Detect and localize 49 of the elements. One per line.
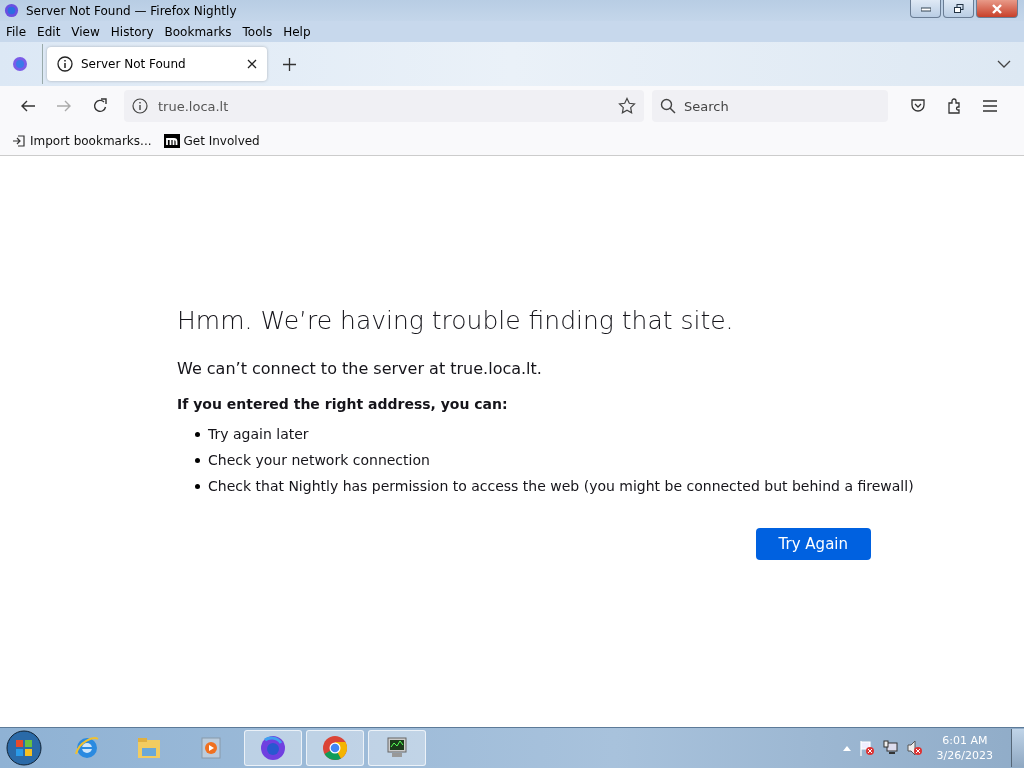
tab-title: Server Not Found (81, 57, 187, 71)
menu-item[interactable]: History (110, 24, 154, 39)
url-text: true.loca.lt (158, 98, 229, 114)
suggestion-item: Try again later (208, 426, 309, 442)
logo-icon (163, 133, 180, 148)
minimize-icon (920, 5, 931, 12)
taskbar-button[interactable] (368, 730, 426, 766)
pocket-icon[interactable] (910, 98, 926, 114)
address-bar[interactable]: true.loca.lt (124, 90, 644, 122)
close-button[interactable] (976, 0, 1018, 18)
menu-item[interactable]: Help (283, 24, 311, 39)
star-icon[interactable] (618, 97, 636, 115)
search-field[interactable]: Search (652, 90, 888, 122)
bookmark-item[interactable]: Import bookmarks... (12, 133, 152, 148)
taskbar-button[interactable] (244, 730, 302, 766)
menu-item[interactable]: Bookmarks (164, 24, 232, 39)
menu-item[interactable]: Edit (37, 24, 61, 39)
restore-button[interactable] (943, 0, 974, 18)
bookmark-item[interactable]: Get Involved (163, 133, 260, 148)
close-icon[interactable] (247, 59, 257, 69)
back-icon[interactable] (20, 98, 36, 114)
close-icon (992, 3, 1002, 14)
new-tab-icon[interactable] (283, 57, 296, 71)
suggestion-heading: If you entered the right address, you can: (177, 396, 509, 412)
reload-icon[interactable] (92, 98, 108, 114)
chevron-down-icon[interactable] (997, 60, 1011, 68)
menu-item[interactable]: File (6, 24, 27, 39)
puzzle-icon[interactable] (946, 98, 962, 114)
window-title: Server Not Found — Firefox Nightly (26, 3, 237, 18)
menu-item[interactable]: Tools (242, 24, 273, 39)
start-button[interactable] (6, 730, 42, 766)
network-icon[interactable] (882, 740, 899, 756)
flag-icon[interactable] (858, 740, 875, 756)
try-again-button[interactable]: Try Again (755, 528, 871, 560)
menu-icon[interactable] (982, 98, 998, 114)
menu-item[interactable]: View (71, 24, 100, 39)
suggestion-item: Check your network connection (208, 452, 430, 468)
search-icon (660, 98, 676, 114)
error-title: Hmm. We’re having trouble finding that site. (177, 306, 735, 335)
error-message: We can’t connect to the server at true.loca.lt. (177, 359, 543, 378)
restore-icon (953, 3, 964, 14)
chrome-icon (321, 734, 349, 762)
volume-muted-icon[interactable] (906, 740, 923, 756)
info-icon (57, 56, 73, 72)
info-icon[interactable] (132, 98, 148, 114)
browser-tab[interactable]: Server Not Found (47, 47, 267, 81)
suggestion-item: Check that Nightly has permission to access the web (you might be connected but behind a firewall) (208, 478, 914, 494)
import-icon (12, 133, 26, 148)
show-desktop-button[interactable] (1011, 729, 1024, 767)
